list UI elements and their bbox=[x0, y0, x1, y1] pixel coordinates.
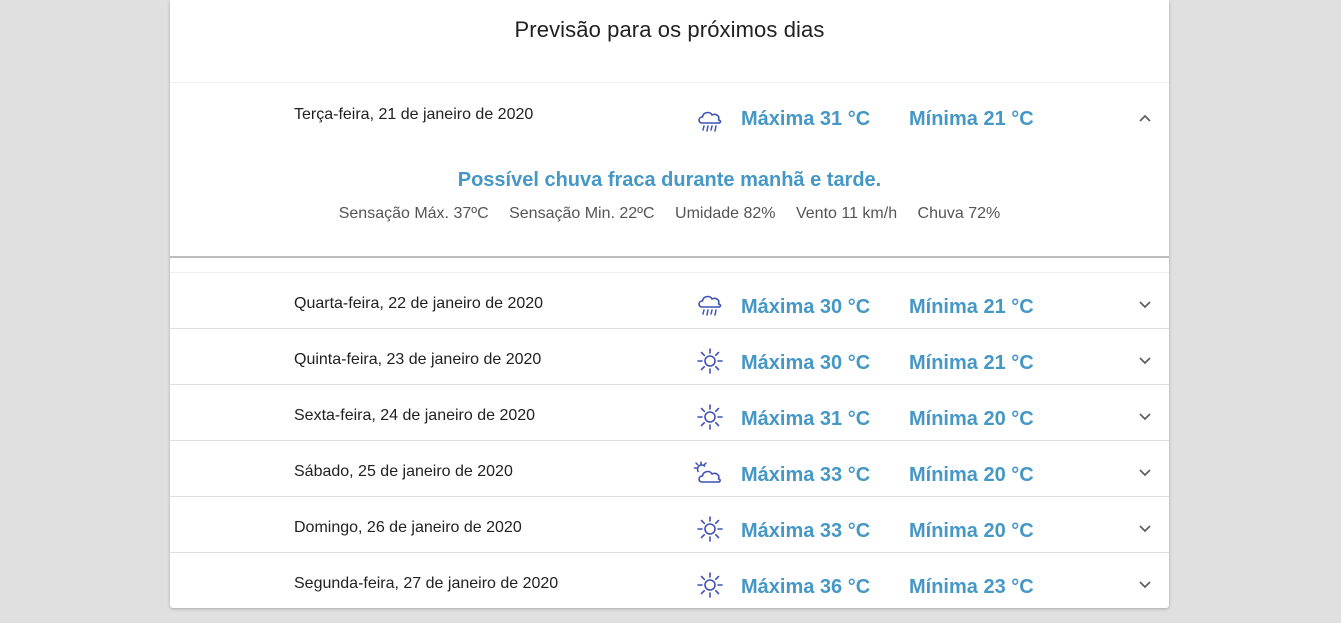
forecast-summary: Possível chuva fraca durante manhã e tar… bbox=[457, 169, 882, 191]
page-title: Previsão para os próximos dias bbox=[514, 17, 825, 42]
sun-icon bbox=[697, 404, 723, 430]
forecast-details: Sensação Máx. 37ºC Sensação Min. 22ºC Um… bbox=[170, 205, 1169, 223]
max-temperature: Máxima 30 °C bbox=[741, 296, 871, 318]
forecast-row[interactable]: Sábado, 25 de janeiro de 2020 Máxima 33 … bbox=[170, 441, 1169, 497]
chevron-down-icon[interactable] bbox=[1138, 356, 1152, 366]
sun-icon bbox=[697, 572, 723, 598]
chevron-up-icon[interactable] bbox=[1138, 113, 1152, 123]
max-temperature: Máxima 31 °C bbox=[741, 108, 871, 130]
feels-min-detail: Sensação Min. 22ºC bbox=[509, 205, 655, 222]
max-temperature: Máxima 30 °C bbox=[741, 352, 871, 374]
chevron-down-icon[interactable] bbox=[1138, 580, 1152, 590]
forecast-row[interactable]: Quinta-feira, 23 de janeiro de 2020 Máxi… bbox=[170, 329, 1169, 385]
max-temperature: Máxima 36 °C bbox=[741, 576, 871, 598]
min-temperature: Mínima 20 °C bbox=[909, 408, 1034, 430]
day-date: Terça-feira, 21 de janeiro de 2020 bbox=[294, 106, 534, 123]
day-date: Domingo, 26 de janeiro de 2020 bbox=[294, 519, 522, 536]
day-date: Sábado, 25 de janeiro de 2020 bbox=[294, 463, 513, 480]
chevron-down-icon[interactable] bbox=[1138, 412, 1152, 422]
forecast-row[interactable]: Quarta-feira, 22 de janeiro de 2020 Máxi… bbox=[170, 273, 1169, 329]
sun-icon bbox=[697, 516, 723, 542]
min-temperature: Mínima 23 °C bbox=[909, 576, 1034, 598]
humidity-detail: Umidade 82% bbox=[675, 205, 776, 222]
day-date: Quinta-feira, 23 de janeiro de 2020 bbox=[294, 351, 542, 368]
min-temperature: Mínima 20 °C bbox=[909, 520, 1034, 542]
min-temperature: Mínima 21 °C bbox=[909, 352, 1034, 374]
min-temperature: Mínima 20 °C bbox=[909, 464, 1034, 486]
sun-icon bbox=[697, 348, 723, 374]
max-temperature: Máxima 33 °C bbox=[741, 464, 871, 486]
day-date: Quarta-feira, 22 de janeiro de 2020 bbox=[294, 295, 544, 312]
day-date: Segunda-feira, 27 de janeiro de 2020 bbox=[294, 575, 559, 592]
chevron-down-icon[interactable] bbox=[1138, 524, 1152, 534]
rain-cloud-icon bbox=[698, 111, 722, 132]
wind-detail: Vento 11 km/h bbox=[795, 205, 898, 222]
forecast-row[interactable]: Domingo, 26 de janeiro de 2020 Máxima 33… bbox=[170, 497, 1169, 553]
min-temperature: Mínima 21 °C bbox=[909, 108, 1034, 130]
forecast-card: Previsão para os próximos dias Terça-fei… bbox=[170, 0, 1169, 608]
partly-cloudy-icon bbox=[693, 461, 721, 483]
max-temperature: Máxima 31 °C bbox=[741, 408, 871, 430]
feels-max-detail: Sensação Máx. 37ºC bbox=[338, 205, 489, 222]
chevron-down-icon[interactable] bbox=[1138, 468, 1152, 478]
rain-detail: Chuva 72% bbox=[917, 205, 1001, 222]
chevron-down-icon[interactable] bbox=[1138, 300, 1152, 310]
max-temperature: Máxima 33 °C bbox=[741, 520, 871, 542]
rain-cloud-icon bbox=[698, 295, 722, 316]
forecast-row[interactable]: Sexta-feira, 24 de janeiro de 2020 Máxim… bbox=[170, 385, 1169, 441]
expanded-forecast-panel[interactable]: Terça-feira, 21 de janeiro de 2020 Máxim… bbox=[170, 83, 1169, 258]
min-temperature: Mínima 21 °C bbox=[909, 296, 1034, 318]
day-date: Sexta-feira, 24 de janeiro de 2020 bbox=[294, 407, 536, 424]
forecast-row[interactable]: Segunda-feira, 27 de janeiro de 2020 Máx… bbox=[170, 553, 1169, 609]
